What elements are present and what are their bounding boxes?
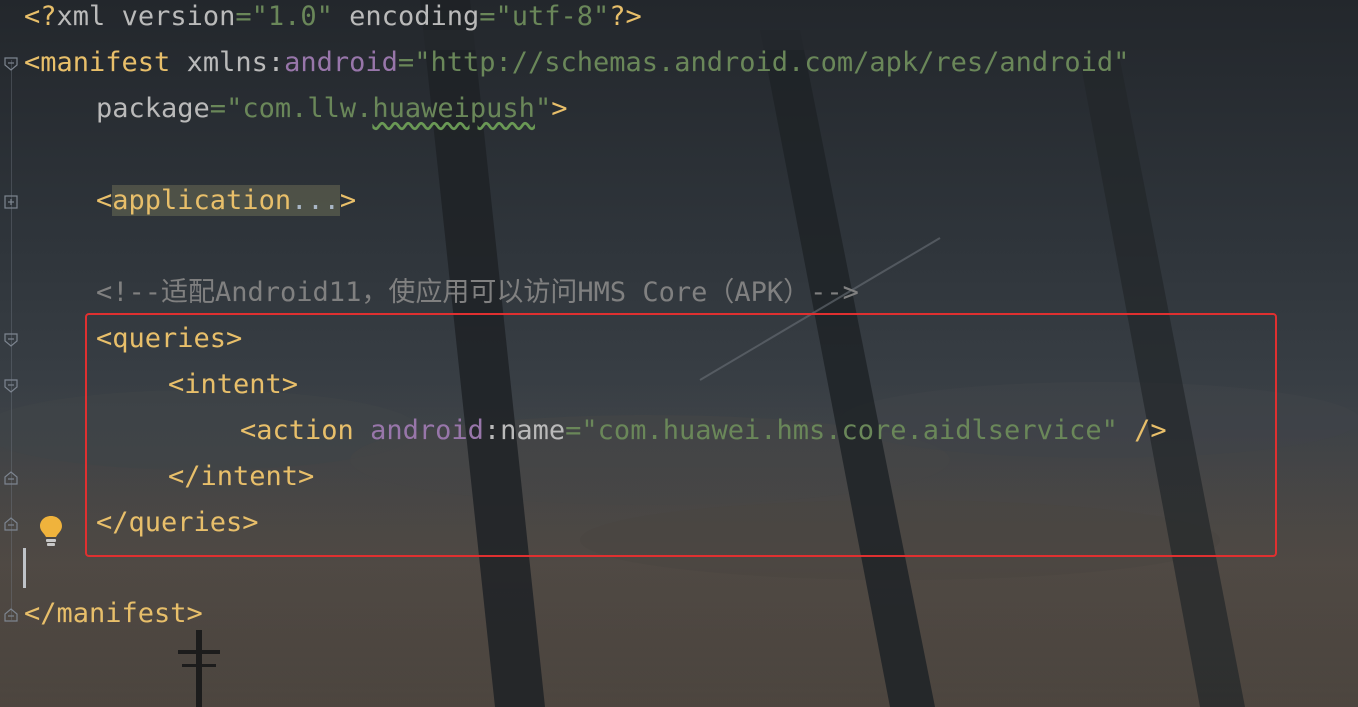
xmlns-attr: xmlns: <box>186 47 285 78</box>
application-tag[interactable]: application <box>112 185 292 216</box>
code-line-comment: <!--适配Android11，使应用可以访问HMS Core（APK）--> <box>96 277 859 308</box>
package-value-start: "com.llw. <box>226 93 373 124</box>
equals-sign: = <box>209 93 227 124</box>
code-editor[interactable]: <?xml version="1.0" encoding="utf-8"?> <… <box>0 0 1358 707</box>
xml-version-value: "1.0" <box>251 1 333 32</box>
xmlns-value: "http://schemas.android.com/apk/res/andr… <box>414 47 1130 78</box>
code-line-application: <application...> <box>96 181 356 221</box>
package-value-end: " <box>534 93 552 124</box>
folded-region-placeholder[interactable]: ... <box>291 185 340 216</box>
editor-gutter <box>0 0 22 707</box>
text-caret <box>23 548 26 588</box>
equals-sign: = <box>397 47 415 78</box>
fold-open-icon[interactable] <box>3 378 19 394</box>
tag-lt: < <box>96 185 113 216</box>
fold-end-icon[interactable] <box>3 607 19 623</box>
xml-decl-open: <? <box>24 1 57 32</box>
package-attr: package <box>96 93 210 124</box>
fold-open-icon[interactable] <box>3 332 19 348</box>
code-line-xml-declaration: <?xml version="1.0" encoding="utf-8"?> <box>24 1 642 32</box>
xml-version-attr: version <box>121 1 236 32</box>
tag-gt: > <box>339 185 357 216</box>
code-line-manifest-open: <manifest xmlns:android="http://schemas.… <box>24 43 1129 83</box>
red-highlight-box <box>85 313 1277 557</box>
code-line-package: package="com.llw.huaweipush"> <box>96 89 567 129</box>
fold-open-icon[interactable] <box>3 56 19 72</box>
fold-end-icon[interactable] <box>3 516 19 532</box>
code-line-manifest-close: </manifest> <box>24 598 203 629</box>
lightbulb-icon[interactable] <box>38 514 64 548</box>
fold-end-icon[interactable] <box>3 470 19 486</box>
tag-end: > <box>551 93 568 124</box>
xml-encoding-value: "utf-8" <box>495 1 610 32</box>
xml-decl-close: ?> <box>609 1 642 32</box>
fold-collapsed-icon[interactable] <box>3 194 19 210</box>
xml-decl-name: xml <box>56 1 106 32</box>
package-value-typo[interactable]: huaweipush <box>372 93 535 124</box>
android-namespace: android <box>284 47 398 78</box>
xml-encoding-attr: encoding <box>349 1 480 32</box>
manifest-open-tag: <manifest <box>24 47 171 78</box>
